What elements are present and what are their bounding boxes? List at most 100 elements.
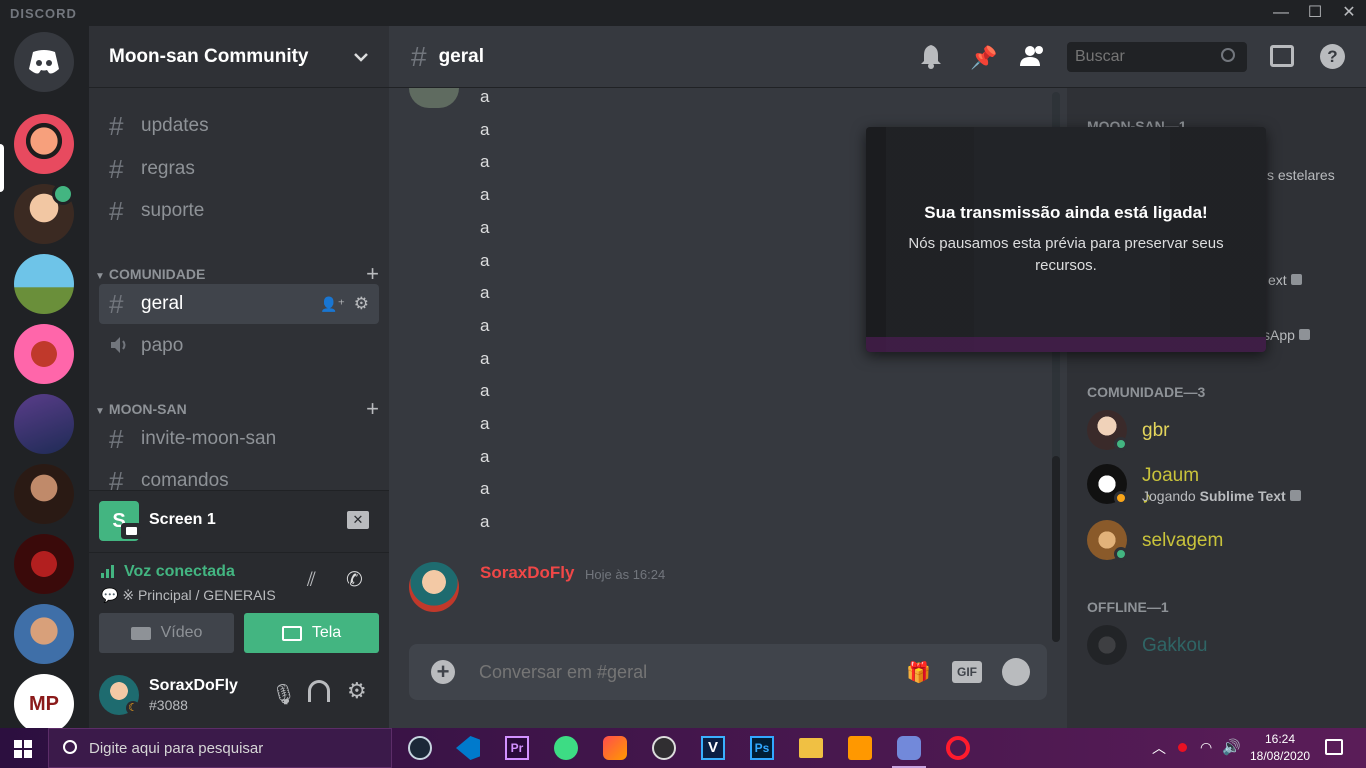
stop-stream-icon[interactable]: ✕ — [347, 511, 369, 529]
settings-gear-icon[interactable]: ⚙ — [347, 678, 367, 704]
chat-header: # geral — [389, 26, 1067, 88]
search-box[interactable] — [1067, 42, 1247, 72]
microphone-icon[interactable]: 🎙 — [271, 682, 296, 707]
channel-invite-moon-san[interactable]: # invite-moon-san — [99, 419, 379, 459]
gear-icon[interactable]: ⚙ — [354, 294, 369, 314]
category-label: COMUNIDADE — [108, 266, 206, 282]
creative-cloud-icon[interactable] — [603, 736, 627, 760]
notifications-icon[interactable] — [1325, 739, 1343, 755]
windows-taskbar: Digite aqui para pesquisar Pr V Ps ︿ ◠ 🔊… — [0, 728, 1366, 768]
chat-channel-name: geral — [438, 45, 484, 67]
disconnect-call-icon[interactable]: ✆ — [346, 567, 363, 592]
noise-suppression-icon[interactable]: ⫽ — [307, 569, 316, 592]
channel-papo[interactable]: papo — [99, 326, 379, 366]
clock-date[interactable]: 18/08/2020 — [1250, 749, 1310, 763]
maximize-button[interactable]: ☐ — [1298, 0, 1332, 26]
channel-suporte[interactable]: # suporte — [99, 191, 379, 231]
v-app-icon[interactable]: V — [701, 736, 725, 760]
message-line: a — [480, 185, 490, 205]
invite-icon[interactable]: 👤⁺ — [320, 296, 345, 313]
discord-taskbar-icon[interactable] — [897, 736, 921, 760]
bell-icon[interactable] — [920, 43, 942, 69]
server-icon-moon-san[interactable] — [14, 114, 74, 174]
channel-label: updates — [141, 115, 209, 136]
recording-dot-icon[interactable] — [1178, 743, 1187, 752]
gift-icon[interactable]: 🎁 — [906, 660, 931, 685]
attach-plus-icon[interactable]: + — [431, 660, 455, 684]
rich-presence-icon — [1298, 329, 1310, 340]
search-icon — [1221, 48, 1235, 62]
server-icon-8[interactable] — [14, 604, 74, 664]
android-studio-icon[interactable] — [554, 736, 578, 760]
message-line: a — [480, 250, 490, 270]
voice-panel: S Screen 1 ✕ Voz conectada 💬 ※ Principal… — [89, 490, 389, 662]
member-name: gbr — [1142, 420, 1170, 441]
message-line: a — [480, 87, 490, 106]
vscode-icon[interactable] — [456, 736, 480, 760]
tray-chevron-icon[interactable]: ︿ — [1152, 738, 1166, 758]
home-button[interactable] — [14, 32, 74, 92]
video-button[interactable]: Vídeo — [99, 613, 234, 653]
live-badge-icon — [52, 183, 74, 205]
channel-sidebar: Moon-san Community # updates # regras # sup… — [89, 26, 389, 728]
hash-icon: # — [411, 40, 427, 72]
message-author[interactable]: SoraxDoFly — [480, 563, 574, 583]
idle-status-icon — [1114, 491, 1128, 505]
wifi-icon[interactable]: ◠ — [1200, 739, 1212, 756]
emoji-icon[interactable] — [1002, 658, 1030, 686]
stream-preview-popup[interactable]: Sua transmissão ainda está ligada! Nós p… — [866, 127, 1266, 352]
hash-icon: # — [109, 288, 124, 319]
help-icon[interactable]: ? — [1320, 44, 1345, 69]
hash-icon: # — [109, 423, 124, 454]
photoshop-icon[interactable]: Ps — [750, 736, 774, 760]
steam-icon[interactable] — [408, 736, 432, 760]
partial-text: sApp — [1263, 327, 1295, 343]
close-button[interactable]: ✕ — [1332, 0, 1366, 26]
pin-icon[interactable]: 📌 — [970, 45, 997, 71]
server-icon-5[interactable] — [14, 394, 74, 454]
channel-label: papo — [141, 335, 184, 356]
member-activity: Jogando Sublime Text — [1142, 488, 1301, 504]
sublime-text-icon[interactable] — [848, 736, 872, 760]
channel-label: invite-moon-san — [141, 428, 277, 449]
screen-share-button[interactable]: Tela — [244, 613, 379, 653]
volume-icon[interactable]: 🔊 — [1222, 738, 1241, 756]
minimize-button[interactable]: — — [1264, 0, 1298, 26]
message-line: a — [480, 446, 490, 466]
gif-icon[interactable]: GIF — [952, 661, 982, 683]
screen-label: Tela — [311, 624, 342, 641]
premiere-icon[interactable]: Pr — [505, 736, 529, 760]
message-composer: + 🎁 GIF — [409, 644, 1047, 700]
message-line: a — [480, 152, 490, 172]
message-input[interactable] — [479, 660, 859, 684]
chat-scrollbar-thumb[interactable] — [1052, 456, 1060, 642]
taskbar-search[interactable]: Digite aqui para pesquisar — [48, 728, 392, 768]
server-icon-7[interactable] — [14, 534, 74, 594]
server-icon-craft[interactable] — [14, 254, 74, 314]
channel-geral[interactable]: # geral 👤⁺ ⚙ — [99, 284, 379, 324]
channel-updates[interactable]: # updates — [99, 106, 379, 146]
opera-icon[interactable] — [946, 736, 970, 760]
inbox-icon[interactable] — [1270, 45, 1294, 67]
obs-icon[interactable] — [652, 736, 676, 760]
windows-start-icon[interactable] — [14, 740, 32, 758]
members-icon[interactable] — [1018, 44, 1046, 68]
file-explorer-icon[interactable] — [799, 738, 823, 758]
server-icon-mp[interactable]: MP — [14, 674, 74, 734]
message-line: a — [480, 381, 490, 401]
message-avatar[interactable] — [409, 562, 459, 612]
channel-regras[interactable]: # regras — [99, 149, 379, 189]
clock-time[interactable]: 16:24 — [1250, 732, 1310, 746]
headphones-icon[interactable] — [308, 680, 330, 702]
discord-logo-icon — [29, 50, 59, 74]
selected-server-indicator — [0, 144, 4, 192]
voice-location-row[interactable]: 💬 ※ Principal / GENERAIS — [101, 587, 276, 604]
search-input[interactable] — [1075, 47, 1215, 67]
collapse-arrow-icon: ▼ — [95, 271, 105, 282]
username: SoraxDoFly — [149, 677, 238, 694]
server-icon-4[interactable] — [14, 324, 74, 384]
server-icon-6[interactable] — [14, 464, 74, 524]
voice-status[interactable]: Voz conectada — [124, 563, 235, 581]
voice-location: ※ Principal / GENERAIS — [122, 587, 276, 603]
server-header[interactable]: Moon-san Community — [89, 26, 389, 88]
